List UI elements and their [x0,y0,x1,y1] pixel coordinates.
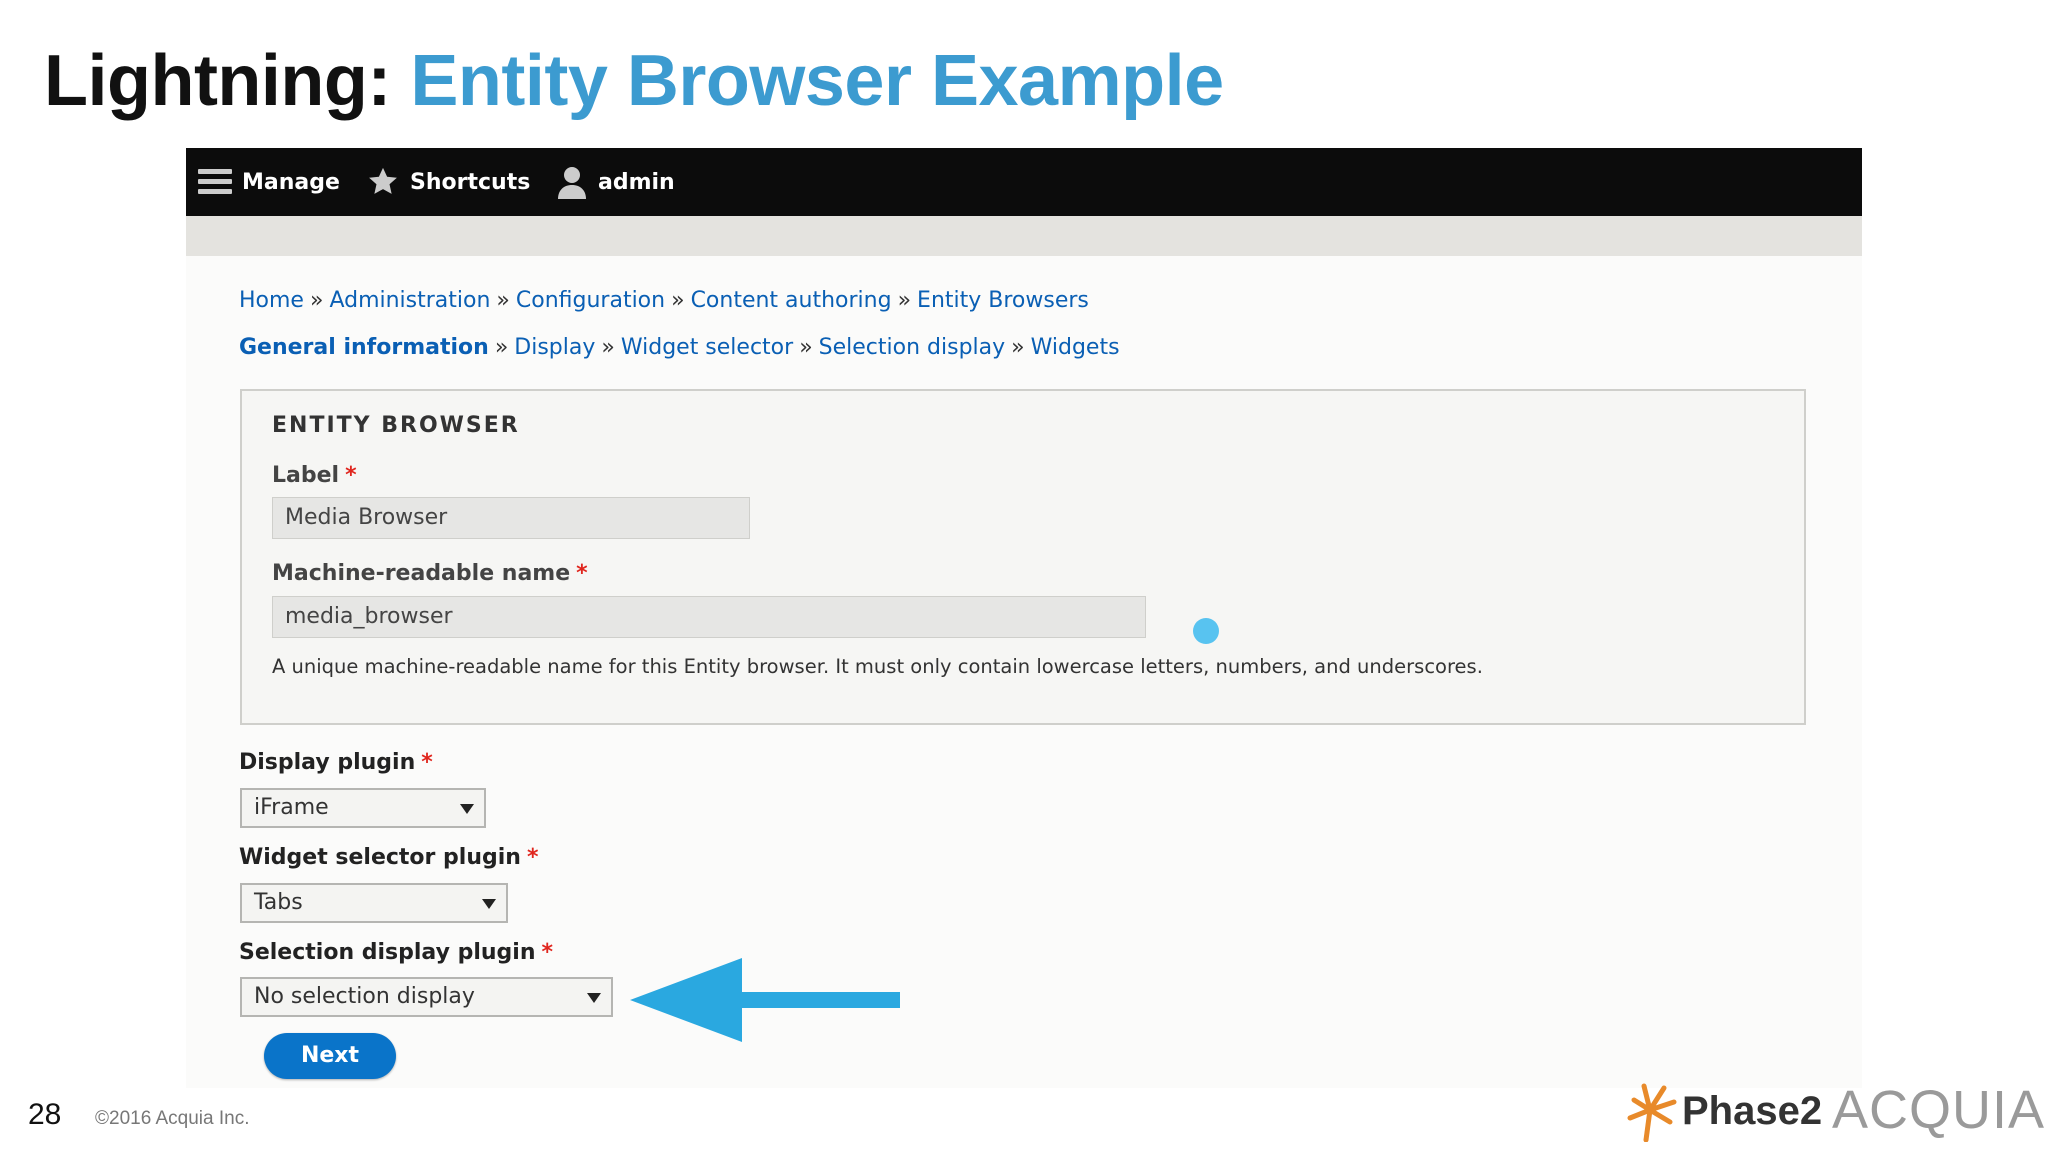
machine-name-field-label: Machine-readable name * [272,561,588,586]
display-plugin-label: Display plugin * [239,750,433,775]
cursor-indicator [1193,618,1219,644]
step-widgets[interactable]: Widgets [1031,335,1120,360]
chevron-down-icon [587,993,601,1003]
widget-selector-plugin-label: Widget selector plugin * [239,845,539,870]
chevron-down-icon [460,804,474,814]
toolbar-tray [186,216,1862,256]
fieldset-legend: ENTITY BROWSER [272,413,520,438]
selection-display-plugin-label: Selection display plugin * [239,940,554,965]
admin-toolbar: Manage Shortcuts admin [186,148,1862,216]
toolbar-admin-label: admin [598,169,675,195]
step-selection-display[interactable]: Selection display [819,335,1006,360]
hamburger-icon [198,167,232,197]
slide-title: Lightning: Entity Browser Example [44,40,1224,122]
star-icon [366,165,400,199]
entity-browser-fieldset: ENTITY BROWSER Label * Media Browser Mach… [240,389,1806,725]
acquia-logo: ACQUIA [1832,1080,2046,1140]
toolbar-admin[interactable]: admin [556,148,675,216]
user-icon [556,165,588,199]
required-marker: * [421,750,433,775]
breadcrumb: Home» Administration» Configuration» Conten… [239,288,1089,313]
machine-name-description: A unique machine-readable name for this … [272,655,1483,678]
toolbar-manage-label: Manage [242,169,340,195]
breadcrumb-entity-browsers[interactable]: Entity Browsers [917,288,1089,313]
toolbar-shortcuts-label: Shortcuts [410,169,531,195]
display-plugin-value: iFrame [254,795,329,820]
phase2-burst-icon [1627,1083,1677,1142]
breadcrumb-content-authoring[interactable]: Content authoring [691,288,892,313]
breadcrumb-configuration[interactable]: Configuration [516,288,665,313]
widget-selector-plugin-select[interactable]: Tabs [240,883,508,923]
drupal-screenshot: Manage Shortcuts admin Home» Administrati… [186,148,1862,1088]
required-marker: * [526,845,539,870]
label-field-label: Label * [272,463,357,488]
page-number: 28 [28,1098,62,1131]
next-button[interactable]: Next [264,1033,396,1079]
required-marker: * [541,940,554,965]
toolbar-manage[interactable]: Manage [198,148,340,216]
phase2-logo-text: Phase2 [1682,1088,1823,1133]
toolbar-shortcuts[interactable]: Shortcuts [366,148,530,216]
selection-display-plugin-select[interactable]: No selection display [240,977,613,1017]
phase2-logo: Phase2 [1620,1080,1822,1142]
step-widget-selector[interactable]: Widget selector [621,335,793,360]
left-arrow-annotation-icon [630,958,900,1042]
slide-title-prefix: Lightning: [44,41,391,121]
breadcrumb-administration[interactable]: Administration [329,288,490,313]
selection-display-plugin-value: No selection display [254,984,475,1009]
copyright-text: ©2016 Acquia Inc. [95,1108,250,1129]
step-general-information[interactable]: General information [239,335,489,360]
required-marker: * [345,463,357,488]
display-plugin-select[interactable]: iFrame [240,788,486,828]
machine-name-input[interactable]: media_browser [272,596,1146,638]
wizard-steps: General information» Display» Widget selec… [239,335,1120,360]
required-marker: * [576,561,588,586]
widget-selector-plugin-value: Tabs [254,890,303,915]
step-display[interactable]: Display [514,335,595,360]
chevron-down-icon [482,899,496,909]
slide-title-main: Entity Browser Example [410,41,1224,121]
label-input[interactable]: Media Browser [272,497,750,539]
breadcrumb-home[interactable]: Home [239,288,304,313]
